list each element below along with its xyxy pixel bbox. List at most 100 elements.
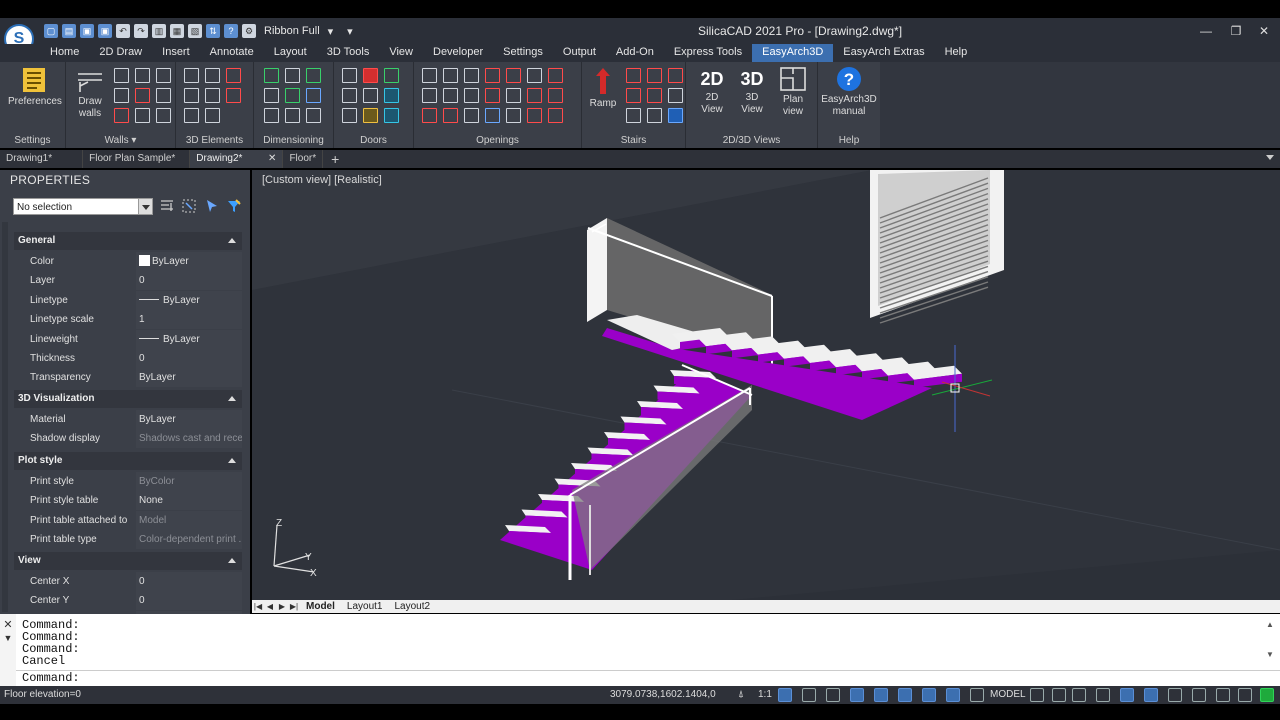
door-icon[interactable]	[384, 108, 399, 123]
opening-icon[interactable]	[443, 68, 458, 83]
wall-tool-icon[interactable]	[135, 88, 150, 103]
properties-scrollbar[interactable]	[2, 222, 8, 612]
property-row[interactable]: Lineweight ByLayer	[14, 329, 242, 349]
viewport-view-label[interactable]: [Custom view] [Realistic]	[262, 174, 382, 186]
property-value[interactable]: Shadows cast and recei...	[136, 429, 242, 449]
3d-element-icon[interactable]	[205, 108, 220, 123]
property-value[interactable]: 0	[136, 591, 242, 611]
opening-icon[interactable]	[506, 68, 521, 83]
layout-tab-layout2[interactable]: Layout2	[388, 600, 436, 613]
open-file-icon[interactable]: ▤	[62, 24, 76, 38]
door-icon[interactable]	[363, 88, 378, 103]
opening-icon[interactable]	[485, 108, 500, 123]
property-row[interactable]: Transparency ByLayer	[14, 368, 242, 388]
3d-element-icon[interactable]	[205, 68, 220, 83]
opening-icon[interactable]	[422, 68, 437, 83]
opening-icon[interactable]	[485, 88, 500, 103]
walls-panel-label[interactable]: Walls ▾	[66, 135, 175, 146]
customize-status-icon[interactable]	[1238, 688, 1252, 702]
opening-icon[interactable]	[527, 108, 542, 123]
opening-icon[interactable]	[527, 88, 542, 103]
collapse-icon[interactable]	[228, 458, 236, 463]
property-row[interactable]: Print style table None	[14, 491, 242, 511]
stair-icon[interactable]	[668, 88, 683, 103]
close-tab-icon[interactable]: ✕	[268, 150, 276, 168]
doc-tab-drawing1[interactable]: Drawing1*	[0, 150, 84, 168]
filter-icon[interactable]	[226, 198, 242, 214]
dimension-icon[interactable]	[264, 88, 279, 103]
draw-walls-button[interactable]: Draw walls	[70, 68, 110, 120]
property-row[interactable]: Print table type Color-dependent print ..…	[14, 530, 242, 550]
property-value[interactable]: None	[136, 491, 242, 511]
stair-icon[interactable]	[668, 108, 683, 123]
opening-icon[interactable]	[422, 88, 437, 103]
first-layout-icon[interactable]: |◀	[252, 600, 264, 613]
property-value[interactable]: 0	[136, 271, 242, 291]
customize-qat-icon[interactable]: ▾	[347, 25, 353, 38]
property-row[interactable]: Linetype scale 1	[14, 310, 242, 330]
opening-icon[interactable]	[464, 88, 479, 103]
opening-icon[interactable]	[443, 108, 458, 123]
door-icon[interactable]	[342, 68, 357, 83]
dimension-icon[interactable]	[306, 108, 321, 123]
door-icon[interactable]	[363, 108, 378, 123]
command-history-icon[interactable]: ▼	[0, 633, 16, 643]
opening-icon[interactable]	[527, 68, 542, 83]
opening-icon[interactable]	[548, 108, 563, 123]
menu-help[interactable]: Help	[935, 44, 978, 62]
grid-dots-icon[interactable]	[802, 688, 816, 702]
3d-element-icon[interactable]	[226, 88, 241, 103]
clean-screen-icon[interactable]	[1216, 688, 1230, 702]
osnap-icon[interactable]	[922, 688, 936, 702]
doc-tab-floor[interactable]: Floor*	[283, 150, 324, 168]
ramp-button[interactable]: Ramp	[588, 66, 618, 110]
annotation-scale-icon[interactable]: ⍋	[738, 689, 744, 700]
snap-grid-icon[interactable]	[826, 688, 840, 702]
property-value[interactable]: 0	[136, 572, 242, 591]
section-general[interactable]: General	[14, 232, 242, 250]
3d-view-button[interactable]: 3D 3D View	[736, 68, 768, 116]
menu-layout[interactable]: Layout	[264, 44, 317, 62]
wall-tool-icon[interactable]	[156, 108, 171, 123]
3d-element-icon[interactable]	[226, 68, 241, 83]
section-view[interactable]: View	[14, 552, 242, 570]
wall-tool-icon[interactable]	[156, 68, 171, 83]
wall-tool-icon[interactable]	[135, 108, 150, 123]
property-row[interactable]: Print style ByColor	[14, 472, 242, 491]
polar-icon[interactable]	[898, 688, 912, 702]
menu-insert[interactable]: Insert	[152, 44, 200, 62]
property-value[interactable]: ByLayer	[136, 368, 242, 388]
stair-icon[interactable]	[626, 88, 641, 103]
drawing-viewport[interactable]: Z Y X [Custom view] [Realistic]	[252, 170, 1280, 600]
preferences-button[interactable]: Preferences	[8, 66, 62, 108]
door-icon[interactable]	[384, 88, 399, 103]
property-row[interactable]: Center Y 0	[14, 591, 242, 611]
property-value[interactable]: ByLayer	[136, 290, 242, 310]
quick-select-icon[interactable]	[204, 198, 220, 214]
stair-icon[interactable]	[647, 88, 662, 103]
undo-icon[interactable]: ↶	[116, 24, 130, 38]
property-row[interactable]: Shadow display Shadows cast and recei...	[14, 429, 242, 449]
menu-output[interactable]: Output	[553, 44, 606, 62]
2d-view-button[interactable]: 2D 2D View	[696, 68, 728, 116]
property-value[interactable]: 1	[136, 310, 242, 330]
door-icon[interactable]	[384, 68, 399, 83]
wall-tool-icon[interactable]	[114, 88, 129, 103]
publish-icon[interactable]: ▧	[188, 24, 202, 38]
stair-icon[interactable]	[626, 68, 641, 83]
door-icon[interactable]	[342, 108, 357, 123]
property-row[interactable]: Thickness 0	[14, 349, 242, 368]
new-tab-button[interactable]: +	[323, 150, 347, 168]
help-icon[interactable]: ?	[224, 24, 238, 38]
snap-icon[interactable]	[778, 688, 792, 702]
otrack-icon[interactable]	[946, 688, 960, 702]
new-file-icon[interactable]: ▢	[44, 24, 58, 38]
quick-properties-icon[interactable]	[1168, 688, 1182, 702]
menu-developer[interactable]: Developer	[423, 44, 493, 62]
section-plot-style[interactable]: Plot style	[14, 452, 242, 470]
lock-icon[interactable]	[1052, 688, 1066, 702]
coordinates-readout[interactable]: 3079.0738,1602.1404,0	[610, 689, 716, 700]
units-icon[interactable]	[1144, 688, 1158, 702]
menu-2d-draw[interactable]: 2D Draw	[89, 44, 152, 62]
property-row[interactable]: Center X 0	[14, 572, 242, 591]
